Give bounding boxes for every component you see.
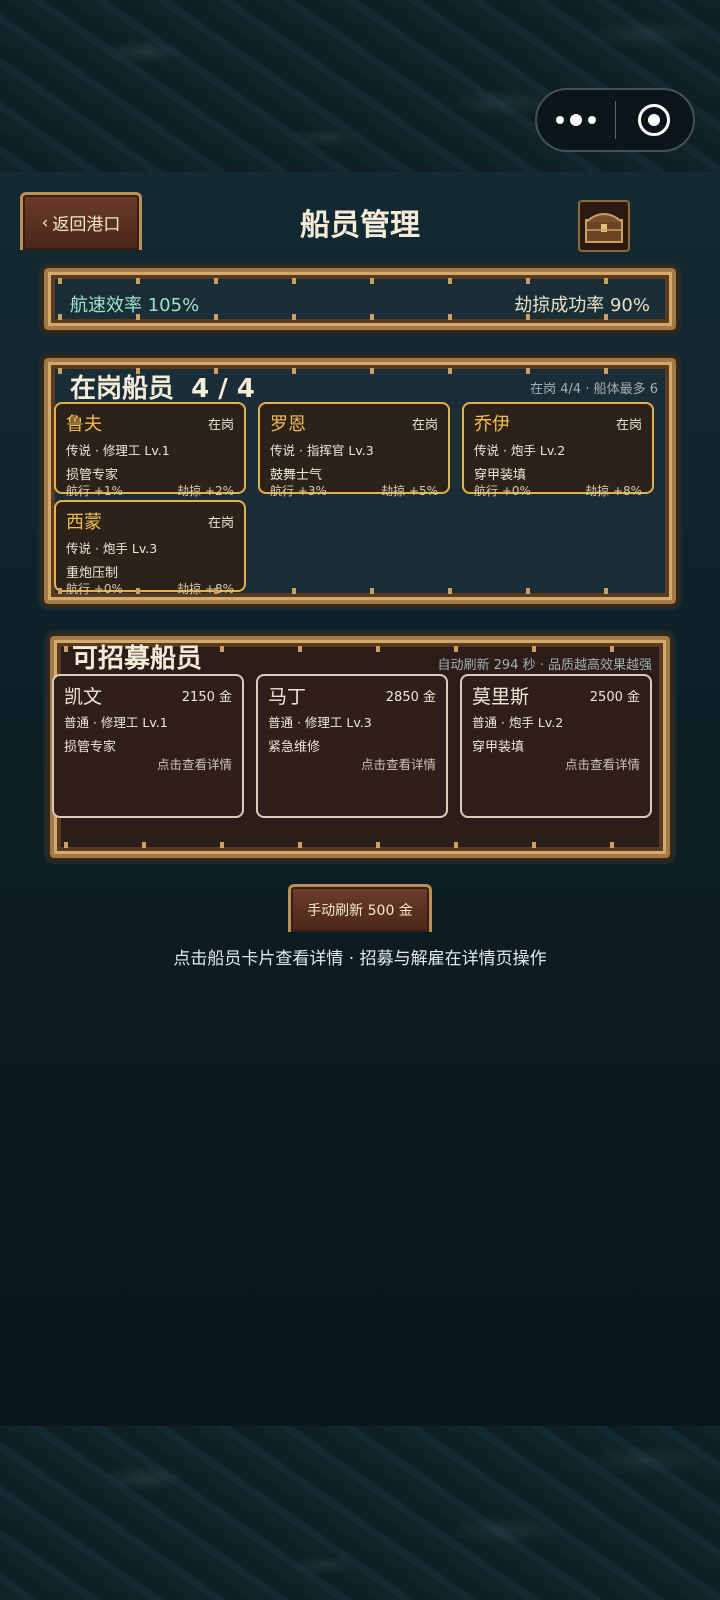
bottom-water-background [0, 1426, 720, 1600]
recruit-card[interactable]: 马丁 2850 金 普通 · 修理工 Lv.3 紧急维修 点击查看详情 [256, 674, 448, 818]
recruit-skill: 损管专家 [64, 740, 117, 755]
crew-name: 西蒙 [66, 512, 102, 533]
active-crew-subtitle: 在岗 4/4 · 船体最多 6 [530, 382, 658, 397]
recruit-title: 可招募船员 [72, 644, 203, 674]
recruit-card[interactable]: 莫里斯 2500 金 普通 · 炮手 Lv.2 穿甲装填 点击查看详情 [460, 674, 652, 818]
active-crew-title-text: 在岗船员 [70, 374, 175, 404]
speed-value: 105% [147, 295, 200, 316]
recruit-price: 2500 金 [589, 690, 640, 705]
crew-sail-bonus: 航行 +1% [66, 484, 123, 498]
crew-name: 鲁夫 [66, 414, 102, 435]
recruit-hint: 点击查看详情 [156, 757, 232, 772]
crew-info: 传说 · 修理工 Lv.1 [66, 443, 170, 458]
recruit-skill: 穿甲装填 [472, 740, 525, 755]
active-crew-panel: 在岗船员 4 / 4 在岗 4/4 · 船体最多 6 鲁夫 在岗 传说 · 修理… [41, 355, 679, 607]
recruit-hint: 点击查看详情 [360, 757, 436, 772]
crew-status: 在岗 [207, 516, 234, 531]
crew-sail-bonus: 航行 +3% [270, 484, 327, 498]
recruit-info: 普通 · 炮手 Lv.2 [472, 715, 564, 730]
plunder-rate: 劫掠成功率 90% [514, 291, 650, 317]
speed-efficiency: 航速效率 105% [70, 291, 199, 317]
recruit-price: 2850 金 [385, 690, 436, 705]
crew-skill: 损管专家 [66, 468, 119, 483]
crew-sail-bonus: 航行 +0% [474, 484, 531, 498]
plunder-value: 90% [609, 295, 650, 316]
crew-info: 传说 · 指挥官 Lv.3 [270, 443, 374, 458]
crew-card[interactable]: 罗恩 在岗 传说 · 指挥官 Lv.3 鼓舞士气 航行 +3% 劫掠 +5% [258, 402, 450, 498]
more-icon[interactable] [537, 114, 615, 126]
crew-sail-bonus: 航行 +0% [66, 582, 123, 596]
treasure-chest-icon[interactable] [578, 200, 630, 252]
crew-skill: 穿甲装填 [474, 468, 527, 483]
recruit-price: 2150 金 [181, 690, 232, 705]
recruit-name: 马丁 [268, 686, 307, 708]
crew-info: 传说 · 炮手 Lv.2 [474, 443, 566, 458]
recruit-name: 凯文 [64, 686, 103, 708]
footer-tip: 点击船员卡片查看详情 · 招募与解雇在详情页操作 [173, 949, 547, 969]
crew-plunder-bonus: 劫掠 +5% [381, 484, 438, 498]
crew-name: 罗恩 [270, 414, 306, 435]
recruit-name: 莫里斯 [472, 686, 530, 708]
manual-refresh-button[interactable]: 手动刷新 500 金 [288, 884, 432, 932]
crew-name: 乔伊 [474, 414, 510, 435]
recruit-info: 普通 · 修理工 Lv.3 [268, 715, 372, 730]
capsule-menu [535, 88, 695, 152]
stats-bar: 航速效率 105% 劫掠成功率 90% [41, 265, 679, 333]
recruit-card[interactable]: 凯文 2150 金 普通 · 修理工 Lv.1 损管专家 点击查看详情 [52, 674, 244, 818]
crew-plunder-bonus: 劫掠 +8% [177, 582, 234, 596]
active-crew-title: 在岗船员 4 / 4 [70, 368, 255, 405]
crew-info: 传说 · 炮手 Lv.3 [66, 541, 158, 556]
crew-plunder-bonus: 劫掠 +8% [585, 484, 642, 498]
close-target-icon[interactable] [616, 104, 694, 136]
crew-card[interactable]: 西蒙 在岗 传说 · 炮手 Lv.3 重炮压制 航行 +0% 劫掠 +8% [54, 500, 246, 596]
crew-status: 在岗 [411, 418, 438, 433]
speed-label: 航速效率 [70, 295, 142, 316]
recruit-skill: 紧急维修 [268, 740, 321, 755]
crew-skill: 重炮压制 [66, 566, 119, 581]
recruit-info: 普通 · 修理工 Lv.1 [64, 715, 168, 730]
recruit-crew-panel: 可招募船员 自动刷新 294 秒 · 品质越高效果越强 凯文 2150 金 普通… [47, 633, 673, 861]
crew-plunder-bonus: 劫掠 +2% [177, 484, 234, 498]
active-crew-count: 4 / 4 [191, 374, 255, 404]
crew-status: 在岗 [207, 418, 234, 433]
crew-card[interactable]: 乔伊 在岗 传说 · 炮手 Lv.2 穿甲装填 航行 +0% 劫掠 +8% [462, 402, 654, 498]
crew-status: 在岗 [615, 418, 642, 433]
recruit-subtitle: 自动刷新 294 秒 · 品质越高效果越强 [437, 658, 652, 673]
plunder-label: 劫掠成功率 [514, 295, 605, 316]
crew-skill: 鼓舞士气 [270, 468, 323, 483]
crew-card[interactable]: 鲁夫 在岗 传说 · 修理工 Lv.1 损管专家 航行 +1% 劫掠 +2% [54, 402, 246, 498]
recruit-hint: 点击查看详情 [564, 757, 640, 772]
